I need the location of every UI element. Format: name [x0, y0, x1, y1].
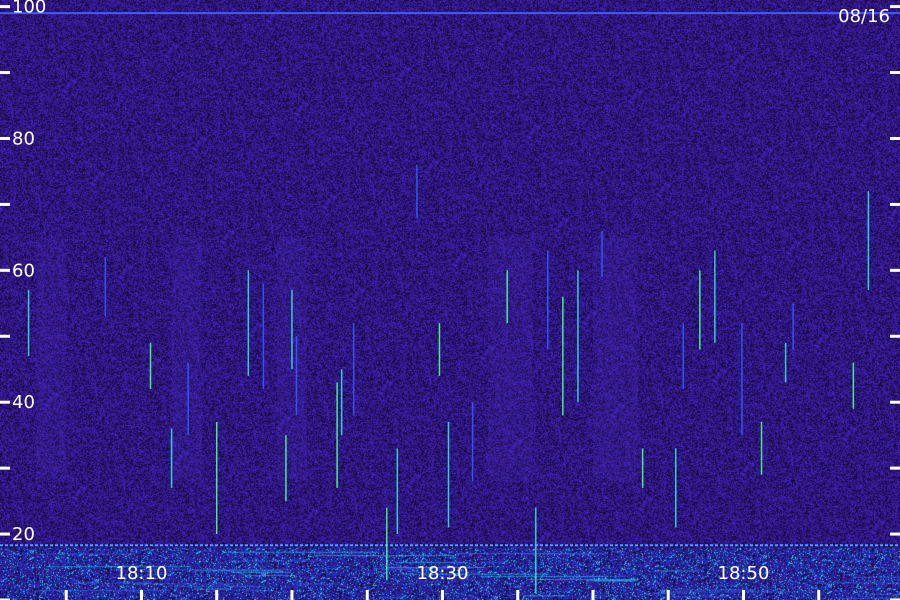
x-tick-label: 18:10	[116, 563, 168, 584]
x-tick-label: 18:30	[417, 563, 469, 584]
chart-overlay: 20 40 60 80 100 18:10 18:30 18:50	[0, 0, 900, 600]
y-tick-label: 60	[12, 260, 35, 281]
y-tick-label: 100	[12, 0, 46, 18]
x-tick-label: 18:50	[718, 563, 770, 584]
y-tick-label: 20	[12, 524, 35, 545]
spectrogram-chart: 20 40 60 80 100 18:10 18:30 18:50 08/16	[0, 0, 900, 600]
date-label: 08/16	[838, 6, 890, 27]
y-tick-label: 80	[12, 128, 35, 149]
y-tick-label: 40	[12, 392, 35, 413]
